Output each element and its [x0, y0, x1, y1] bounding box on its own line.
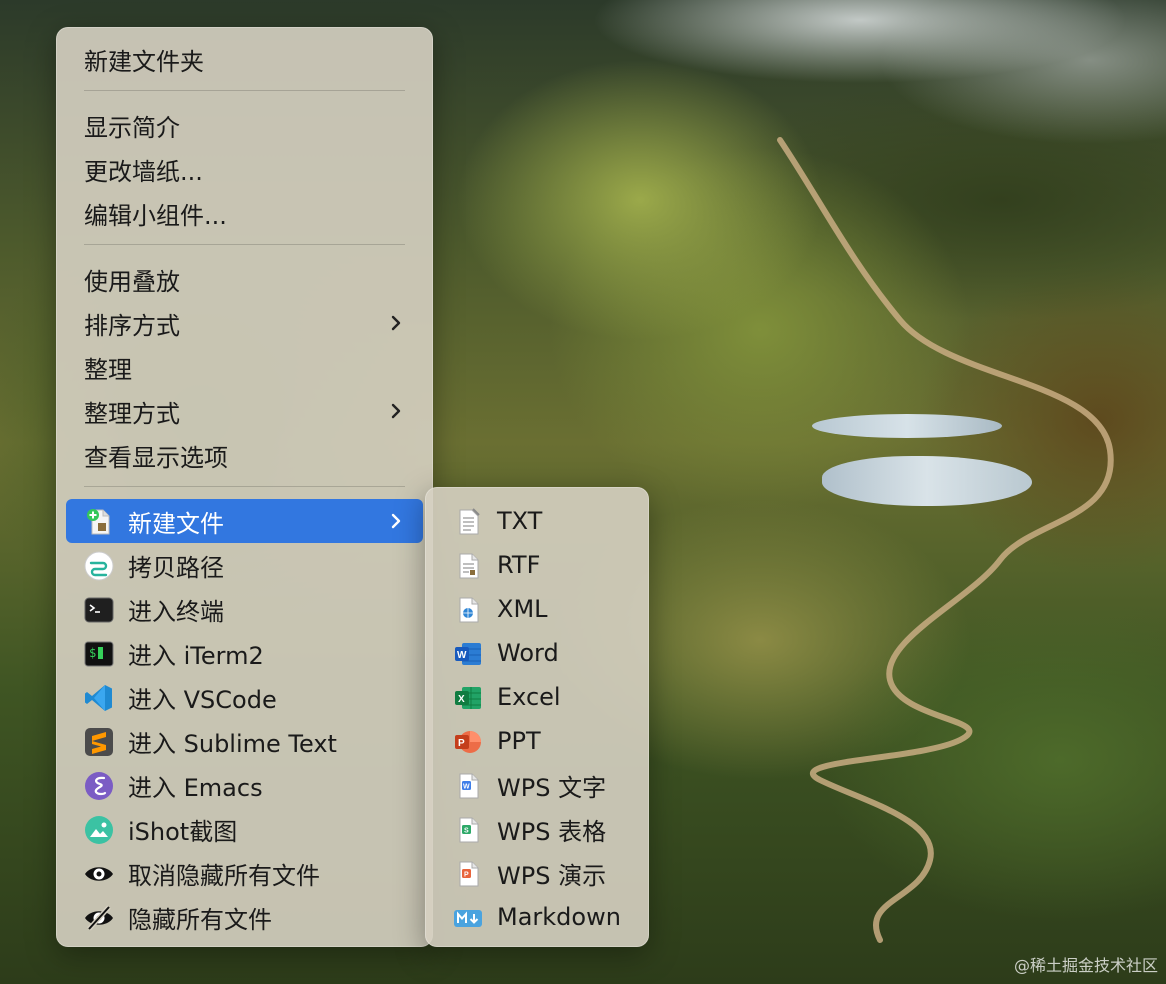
menu-item-label: iShot截图 — [128, 817, 238, 846]
menu-item-label: 拷贝路径 — [128, 553, 224, 582]
menu-item-label: 进入终端 — [128, 597, 224, 626]
copy-path-icon — [84, 551, 114, 581]
ishot-icon — [85, 816, 113, 844]
menu-item-label: 排序方式 — [84, 311, 180, 340]
menu-item-open-terminal[interactable]: 进入终端 — [66, 587, 423, 631]
menu-item-use-stacks[interactable]: 使用叠放 — [66, 257, 423, 301]
excel-icon: X — [455, 687, 481, 709]
svg-text:W: W — [457, 650, 467, 661]
submenu-item-label: WPS 表格 — [497, 817, 607, 846]
watermark-text: @稀土掘金技术社区 — [1013, 956, 1158, 975]
desktop-context-menu: 新建文件夹 显示简介 更改墙纸... 编辑小组件... 使用叠放 排序方式 整理… — [56, 27, 433, 947]
txt-file-icon — [459, 508, 480, 535]
menu-item-label: 新建文件 — [128, 509, 224, 538]
eye-icon — [85, 867, 113, 881]
submenu-item-label: WPS 文字 — [497, 773, 607, 802]
menu-separator — [84, 244, 405, 245]
menu-item-label: 新建文件夹 — [84, 47, 204, 76]
rtf-file-icon — [459, 553, 479, 579]
menu-separator — [84, 486, 405, 487]
submenu-item-label: Word — [497, 639, 559, 667]
submenu-item-label: TXT — [497, 507, 543, 535]
menu-item-new-folder[interactable]: 新建文件夹 — [66, 37, 423, 81]
eye-slash-icon — [85, 905, 113, 931]
menu-item-label: 进入 iTerm2 — [128, 641, 264, 670]
menu-item-open-iterm2[interactable]: $ 进入 iTerm2 — [66, 631, 423, 675]
menu-item-open-emacs[interactable]: 进入 Emacs — [66, 763, 423, 807]
xml-file-icon — [459, 597, 479, 623]
menu-item-ishot-screenshot[interactable]: iShot截图 — [66, 807, 423, 851]
svg-text:$: $ — [89, 646, 96, 660]
submenu-item-label: RTF — [497, 551, 541, 579]
menu-item-label: 进入 VSCode — [128, 685, 277, 714]
submenu-item-label: Excel — [497, 683, 561, 711]
submenu-item-label: PPT — [497, 727, 541, 755]
menu-item-new-file[interactable]: 新建文件 — [66, 499, 423, 543]
word-icon: W — [455, 643, 481, 665]
submenu-item-rtf[interactable]: RTF — [435, 543, 639, 587]
menu-item-label: 使用叠放 — [84, 267, 180, 296]
wps-spreadsheet-icon: S — [459, 817, 479, 843]
menu-item-open-vscode[interactable]: 进入 VSCode — [66, 675, 423, 719]
new-file-submenu: TXT RTF XML W Word X Excel P PPT W WPS 文… — [425, 487, 649, 947]
menu-item-label: 隐藏所有文件 — [128, 905, 272, 934]
menu-separator — [84, 90, 405, 91]
menu-item-clean-up-by[interactable]: 整理方式 — [66, 389, 423, 433]
menu-item-show-view-options[interactable]: 查看显示选项 — [66, 433, 423, 477]
menu-item-open-sublime-text[interactable]: 进入 Sublime Text — [66, 719, 423, 763]
wps-presentation-icon: P — [459, 861, 479, 887]
menu-item-get-info[interactable]: 显示简介 — [66, 103, 423, 147]
menu-item-edit-widgets[interactable]: 编辑小组件... — [66, 191, 423, 235]
menu-item-label: 查看显示选项 — [84, 443, 228, 472]
ppt-icon: P — [455, 731, 481, 753]
menu-item-label: 整理 — [84, 355, 132, 384]
submenu-item-wps-writer[interactable]: W WPS 文字 — [435, 763, 639, 807]
menu-item-hide-all-files[interactable]: 隐藏所有文件 — [66, 895, 423, 939]
menu-item-label: 编辑小组件... — [84, 201, 227, 230]
submenu-item-wps-spreadsheet[interactable]: S WPS 表格 — [435, 807, 639, 851]
menu-item-show-hidden-files[interactable]: 取消隐藏所有文件 — [66, 851, 423, 895]
submenu-item-excel[interactable]: X Excel — [435, 675, 639, 719]
submenu-item-ppt[interactable]: P PPT — [435, 719, 639, 763]
menu-item-label: 整理方式 — [84, 399, 180, 428]
wps-writer-icon: W — [459, 773, 479, 799]
menu-item-sort-by[interactable]: 排序方式 — [66, 301, 423, 345]
svg-text:P: P — [458, 738, 465, 749]
menu-item-label: 进入 Sublime Text — [128, 729, 337, 758]
markdown-icon — [454, 910, 482, 927]
menu-item-label: 取消隐藏所有文件 — [128, 861, 320, 890]
chevron-right-icon — [391, 513, 401, 529]
menu-item-label: 显示简介 — [84, 113, 180, 142]
submenu-item-wps-presentation[interactable]: P WPS 演示 — [435, 851, 639, 895]
chevron-right-icon — [391, 403, 401, 419]
submenu-item-markdown[interactable]: Markdown — [435, 895, 639, 939]
menu-item-clean-up[interactable]: 整理 — [66, 345, 423, 389]
vscode-icon — [85, 685, 112, 711]
iterm2-icon: $ — [84, 641, 114, 667]
terminal-icon — [84, 597, 114, 623]
svg-text:S: S — [464, 828, 469, 835]
submenu-item-label: XML — [497, 595, 548, 623]
menu-item-label: 更改墙纸... — [84, 157, 203, 186]
submenu-item-xml[interactable]: XML — [435, 587, 639, 631]
menu-item-copy-path[interactable]: 拷贝路径 — [66, 543, 423, 587]
menu-item-label: 进入 Emacs — [128, 773, 263, 802]
svg-text:X: X — [458, 694, 465, 705]
svg-text:P: P — [464, 872, 469, 879]
submenu-item-label: WPS 演示 — [497, 861, 607, 890]
menu-item-change-wallpaper[interactable]: 更改墙纸... — [66, 147, 423, 191]
submenu-item-word[interactable]: W Word — [435, 631, 639, 675]
chevron-right-icon — [391, 315, 401, 331]
new-file-icon — [87, 509, 110, 535]
sublime-text-icon — [85, 728, 113, 756]
emacs-icon — [85, 772, 113, 800]
submenu-item-label: Markdown — [497, 903, 621, 931]
submenu-item-txt[interactable]: TXT — [435, 499, 639, 543]
svg-text:W: W — [463, 784, 470, 791]
